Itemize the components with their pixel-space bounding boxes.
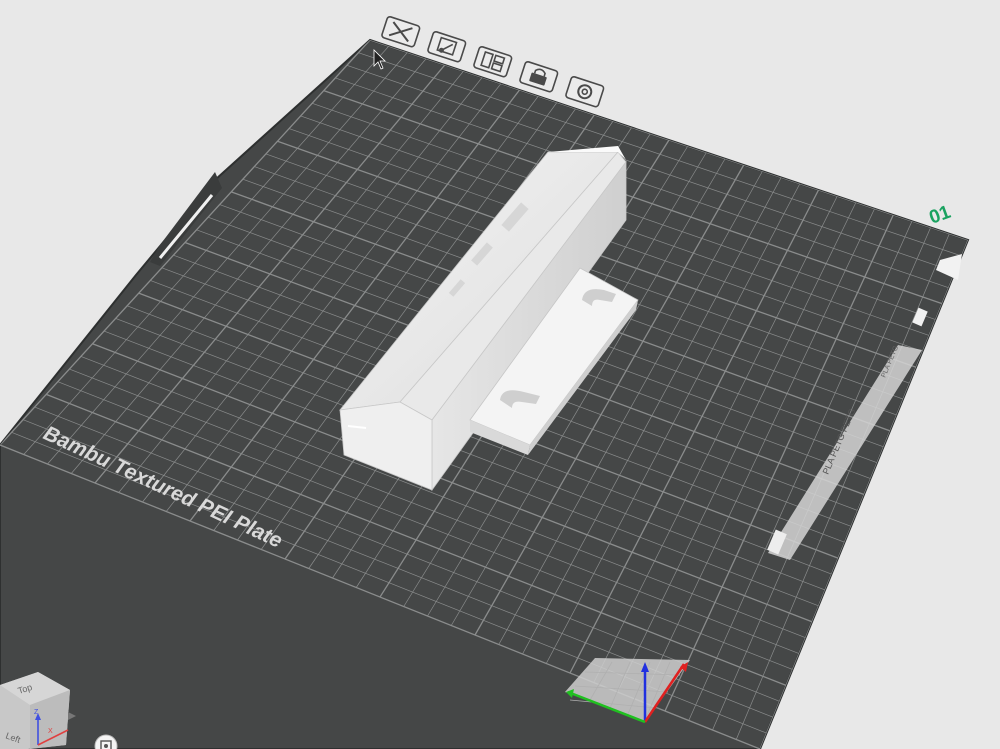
auto-orient-button[interactable] xyxy=(427,30,467,63)
3d-viewport[interactable]: PLA PETG PETG PLA PETG 01 Bambu Textured… xyxy=(0,0,1000,749)
lock-plate-button[interactable] xyxy=(519,60,559,93)
plate-number[interactable]: 01 xyxy=(927,202,954,229)
view-cube-z-label: Z xyxy=(34,709,39,716)
plate-settings-button[interactable] xyxy=(565,75,605,108)
view-cube-x-label: X xyxy=(48,728,53,735)
delete-plate-button[interactable] xyxy=(381,15,421,48)
arrange-button[interactable] xyxy=(473,45,513,78)
